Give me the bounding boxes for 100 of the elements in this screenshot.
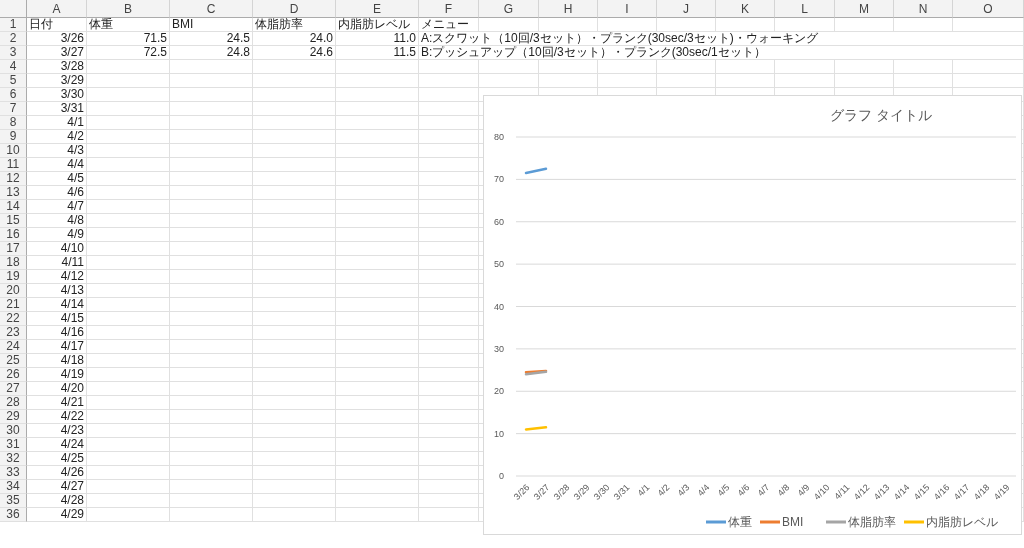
axis-category-label: 4/13 (871, 482, 892, 502)
empty-cell (598, 18, 657, 32)
row-header[interactable]: 5 (0, 74, 27, 88)
empty-cell (419, 508, 479, 522)
row-header[interactable]: 10 (0, 144, 27, 158)
row-header[interactable]: 21 (0, 298, 27, 312)
row-header[interactable]: 14 (0, 200, 27, 214)
table-cell-text: 24.8 (225, 46, 251, 59)
row-header[interactable]: 31 (0, 438, 27, 452)
axis-category-label: 4/9 (795, 482, 812, 499)
row-header[interactable]: 24 (0, 340, 27, 354)
table-cell-text: 24.0 (308, 32, 334, 45)
empty-cell (716, 18, 775, 32)
row-header[interactable]: 27 (0, 382, 27, 396)
column-header[interactable]: M (835, 0, 894, 18)
column-header[interactable]: C (170, 0, 253, 18)
row-header[interactable]: 19 (0, 270, 27, 284)
row-header[interactable]: 32 (0, 452, 27, 466)
row-header[interactable]: 29 (0, 410, 27, 424)
table-cell-text: 4/27 (59, 480, 85, 493)
axis-category-label: 4/19 (991, 482, 1012, 502)
column-header[interactable]: G (479, 0, 539, 18)
table-cell-text: 3/31 (59, 102, 85, 115)
row-header[interactable]: 33 (0, 466, 27, 480)
axis-category-label: 4/2 (655, 482, 672, 499)
row-header[interactable]: 16 (0, 228, 27, 242)
empty-cell (419, 284, 479, 298)
column-header[interactable]: N (894, 0, 953, 18)
table-cell-text: 4/26 (59, 466, 85, 479)
column-header[interactable]: L (775, 0, 835, 18)
axis-category-label: 4/10 (811, 482, 832, 502)
row-header[interactable]: 18 (0, 256, 27, 270)
axis-category-label: 4/8 (775, 482, 792, 499)
table-cell-text: BMI (171, 18, 195, 31)
row-header[interactable]: 25 (0, 354, 27, 368)
axis-tick-label: 40 (494, 301, 504, 312)
row-header[interactable]: 28 (0, 396, 27, 410)
column-header[interactable]: F (419, 0, 479, 18)
axis-tick-label: 60 (494, 216, 504, 227)
row-header[interactable]: 15 (0, 214, 27, 228)
axis-category-label: 4/12 (851, 482, 872, 502)
axis-category-label: 4/15 (911, 482, 932, 502)
empty-cell (419, 200, 479, 214)
table-cell-text: 4/28 (59, 494, 85, 507)
corner-cell[interactable] (0, 0, 27, 18)
row-header[interactable]: 2 (0, 32, 27, 46)
axis-category-label: 4/11 (832, 482, 852, 502)
column-header[interactable]: A (27, 0, 87, 18)
table-cell-text: メニュー (420, 18, 470, 31)
row-header[interactable]: 34 (0, 480, 27, 494)
row-header[interactable]: 4 (0, 60, 27, 74)
empty-cell (419, 480, 479, 494)
empty-cell (419, 74, 479, 88)
empty-cell (419, 326, 479, 340)
row-header[interactable]: 26 (0, 368, 27, 382)
axis-tick-label: 70 (494, 174, 504, 185)
table-cell-text: 4/5 (66, 172, 85, 185)
empty-cell (419, 270, 479, 284)
table-cell-text: 内脂肪レベル (337, 18, 411, 31)
row-header[interactable]: 9 (0, 130, 27, 144)
table-cell-text: 4/9 (66, 228, 85, 241)
row-header[interactable]: 13 (0, 186, 27, 200)
table-cell-text: A:スクワット（10回/3セット）・プランク(30sec/3セット)・ウォーキング (420, 32, 819, 45)
axis-tick-label: 0 (499, 471, 504, 481)
empty-cell (419, 494, 479, 508)
row-header[interactable]: 23 (0, 326, 27, 340)
table-cell-text: 4/7 (66, 200, 85, 213)
column-header[interactable]: D (253, 0, 336, 18)
table-cell-text: 体重 (88, 18, 114, 31)
row-header[interactable]: 6 (0, 88, 27, 102)
table-cell-text: 72.5 (142, 46, 168, 59)
empty-cell (419, 410, 479, 424)
column-header[interactable]: O (953, 0, 1024, 18)
empty-cell (419, 214, 479, 228)
row-header[interactable]: 30 (0, 424, 27, 438)
table-cell-text: 4/8 (66, 214, 85, 227)
column-header[interactable]: I (598, 0, 657, 18)
row-header[interactable]: 1 (0, 18, 27, 32)
row-header[interactable]: 11 (0, 158, 27, 172)
column-header[interactable]: H (539, 0, 598, 18)
row-header[interactable]: 35 (0, 494, 27, 508)
empty-cell (419, 102, 479, 116)
table-cell-text: 4/15 (59, 312, 85, 325)
row-header[interactable]: 8 (0, 116, 27, 130)
column-header[interactable]: J (657, 0, 716, 18)
column-header[interactable]: B (87, 0, 170, 18)
row-header[interactable]: 20 (0, 284, 27, 298)
row-header[interactable]: 17 (0, 242, 27, 256)
row-header[interactable]: 22 (0, 312, 27, 326)
row-header[interactable]: 3 (0, 46, 27, 60)
empty-cell (419, 396, 479, 410)
row-header[interactable]: 36 (0, 508, 27, 522)
empty-cell (419, 452, 479, 466)
row-header[interactable]: 7 (0, 102, 27, 116)
row-header[interactable]: 12 (0, 172, 27, 186)
empty-cell (419, 256, 479, 270)
column-header[interactable]: K (716, 0, 775, 18)
empty-cell (539, 18, 598, 32)
column-header[interactable]: E (336, 0, 419, 18)
table-cell-text: 4/16 (59, 326, 85, 339)
